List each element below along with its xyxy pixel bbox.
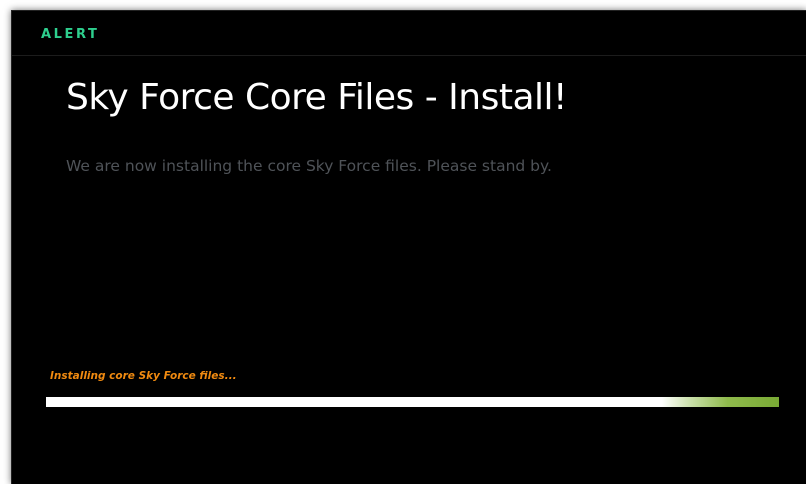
page-title: Sky Force Core Files - Install! bbox=[66, 77, 567, 118]
brand-label: ALERT bbox=[41, 27, 100, 42]
progress-status-text: Installing core Sky Force files... bbox=[50, 370, 237, 382]
progress-bar bbox=[46, 397, 779, 407]
page-subtitle: We are now installing the core Sky Force… bbox=[66, 157, 552, 175]
header-bar: ALERT bbox=[12, 11, 806, 56]
installer-window: ALERT Sky Force Core Files - Install! We… bbox=[11, 10, 806, 484]
progress-bar-fill bbox=[46, 397, 779, 407]
